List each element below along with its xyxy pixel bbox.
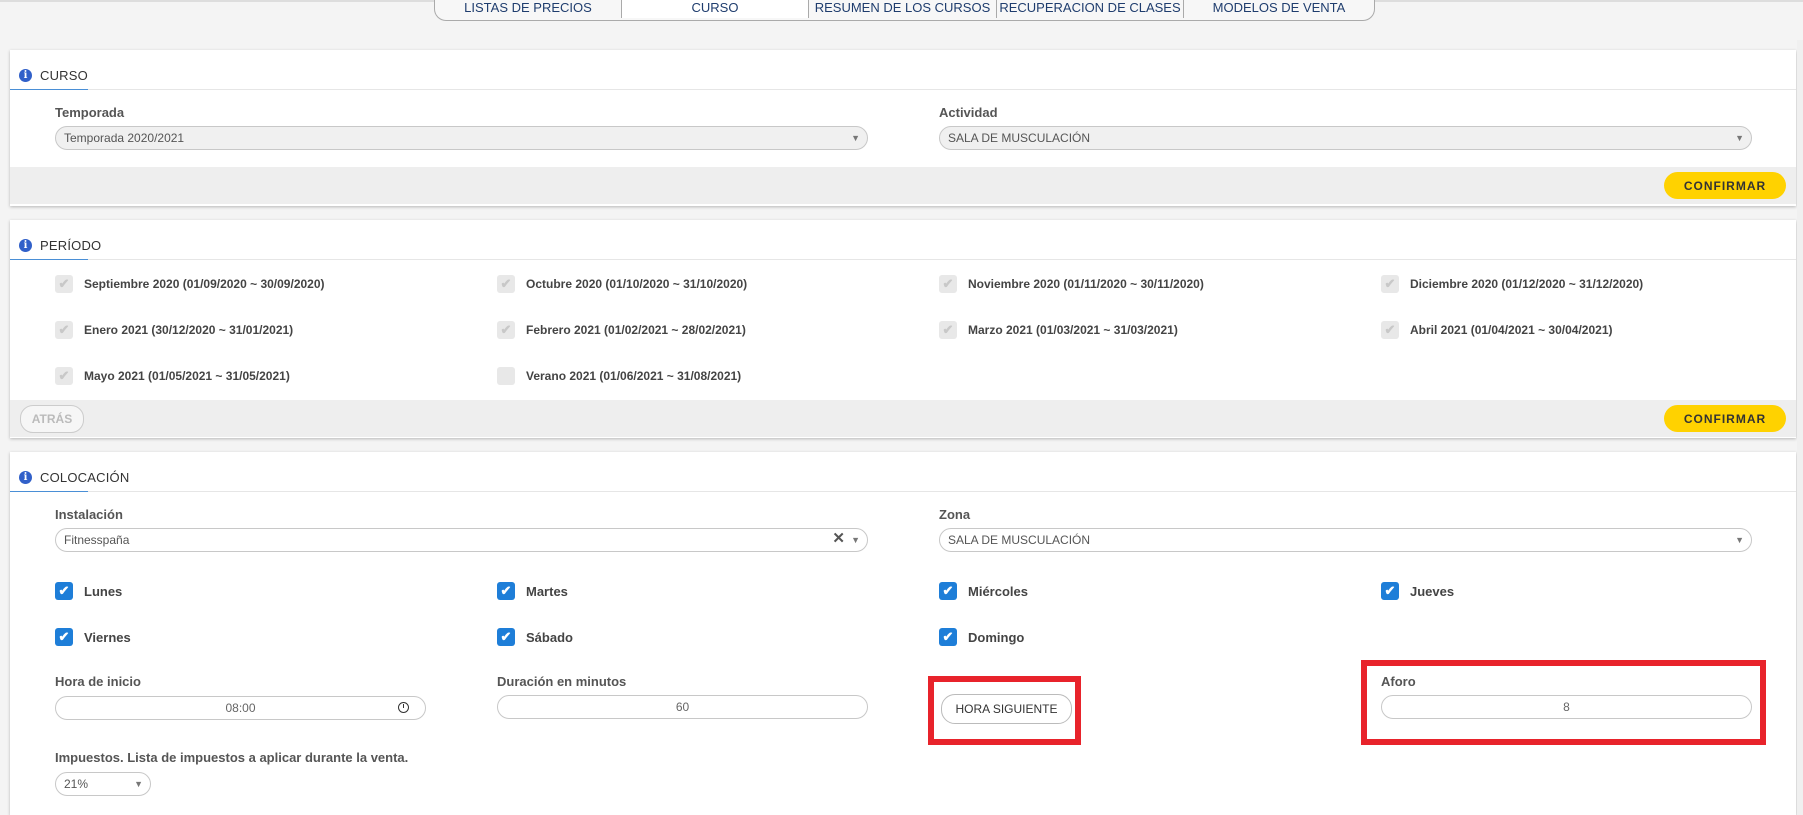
check-icon: ✔ bbox=[939, 628, 957, 646]
highlight-box-hora-siguiente bbox=[928, 676, 1081, 745]
check-icon: ✔ bbox=[1381, 321, 1399, 339]
impuestos-value: 21% bbox=[64, 777, 89, 791]
title-divider bbox=[10, 491, 1796, 492]
colocacion-title: COLOCACIÓN bbox=[40, 469, 130, 485]
day-checkbox-domingo[interactable]: ✔ Domingo bbox=[939, 628, 1024, 646]
chevron-down-icon: ▼ bbox=[851, 535, 860, 545]
check-icon: ✔ bbox=[55, 275, 73, 293]
day-checkbox-viernes[interactable]: ✔ Viernes bbox=[55, 628, 131, 646]
instalacion-select[interactable]: Fitnesspaña ✕ ▼ bbox=[55, 528, 868, 552]
check-icon: ✔ bbox=[939, 275, 957, 293]
day-checkbox-martes[interactable]: ✔ Martes bbox=[497, 582, 568, 600]
period-checkbox[interactable]: ✔ Noviembre 2020 (01/11/2020 ~ 30/11/2020… bbox=[939, 275, 1204, 293]
duracion-value: 60 bbox=[675, 700, 690, 714]
chevron-down-icon: ▼ bbox=[1735, 535, 1744, 545]
period-checkbox[interactable]: ✔ Mayo 2021 (01/05/2021 ~ 31/05/2021) bbox=[55, 367, 290, 385]
check-icon: ✔ bbox=[55, 628, 73, 646]
period-checkbox[interactable]: Verano 2021 (01/06/2021 ~ 31/08/2021) bbox=[497, 367, 741, 385]
actividad-select[interactable]: SALA DE MUSCULACIÓN ▼ bbox=[939, 126, 1752, 150]
scrollbar[interactable] bbox=[1797, 40, 1803, 815]
chevron-down-icon: ▼ bbox=[851, 133, 860, 143]
curso-title: CURSO bbox=[40, 67, 88, 83]
temporada-value: Temporada 2020/2021 bbox=[64, 131, 185, 145]
tab-resumen-de-los-cursos[interactable]: RESUMEN DE LOS CURSOS bbox=[809, 0, 997, 18]
curso-footer: CONFIRMAR bbox=[10, 167, 1796, 204]
colocacion-header: i COLOCACIÓN bbox=[10, 464, 129, 490]
curso-confirm-button[interactable]: CONFIRMAR bbox=[1664, 172, 1786, 199]
tab-curso[interactable]: CURSO bbox=[622, 0, 809, 18]
zona-select[interactable]: SALA DE MUSCULACIÓN ▼ bbox=[939, 528, 1752, 552]
colocacion-panel: i COLOCACIÓN Instalación Fitnesspaña ✕ ▼… bbox=[10, 452, 1796, 815]
periodo-panel: i PERÍODO ✔ Septiembre 2020 (01/09/2020 ~… bbox=[10, 220, 1796, 438]
instalacion-label: Instalación bbox=[55, 507, 123, 522]
period-checkbox[interactable]: ✔ Octubre 2020 (01/10/2020 ~ 31/10/2020) bbox=[497, 275, 747, 293]
temporada-select[interactable]: Temporada 2020/2021 ▼ bbox=[55, 126, 868, 150]
day-checkbox-jueves[interactable]: ✔ Jueves bbox=[1381, 582, 1454, 600]
title-divider bbox=[10, 89, 1796, 90]
check-icon: ✔ bbox=[497, 321, 515, 339]
day-checkbox-miercoles[interactable]: ✔ Miércoles bbox=[939, 582, 1028, 600]
actividad-value: SALA DE MUSCULACIÓN bbox=[948, 131, 1091, 145]
check-icon: ✔ bbox=[55, 321, 73, 339]
period-checkbox[interactable]: ✔ Enero 2021 (30/12/2020 ~ 31/01/2021) bbox=[55, 321, 293, 339]
period-checkbox[interactable]: ✔ Febrero 2021 (01/02/2021 ~ 28/02/2021) bbox=[497, 321, 746, 339]
curso-panel: i CURSO Temporada Temporada 2020/2021 ▼ … bbox=[10, 50, 1796, 206]
instalacion-value: Fitnesspaña bbox=[64, 533, 130, 547]
actividad-label: Actividad bbox=[939, 105, 998, 120]
hora-inicio-value: 08:00 bbox=[225, 701, 256, 715]
period-checkbox[interactable]: ✔ Marzo 2021 (01/03/2021 ~ 31/03/2021) bbox=[939, 321, 1178, 339]
tab-bar: LISTAS DE PRECIOS CURSO RESUMEN DE LOS C… bbox=[434, 0, 1375, 21]
periodo-footer: ATRÁS CONFIRMAR bbox=[10, 400, 1796, 437]
duracion-input[interactable]: 60 bbox=[497, 695, 868, 719]
check-icon: ✔ bbox=[1381, 275, 1399, 293]
periodo-title: PERÍODO bbox=[40, 237, 102, 253]
zona-value: SALA DE MUSCULACIÓN bbox=[948, 533, 1091, 547]
hora-inicio-input[interactable]: 08:00 bbox=[55, 696, 426, 720]
duracion-label: Duración en minutos bbox=[497, 674, 627, 689]
title-divider bbox=[10, 259, 1796, 260]
period-checkbox[interactable]: ✔ Septiembre 2020 (01/09/2020 ~ 30/09/202… bbox=[55, 275, 325, 293]
check-icon: ✔ bbox=[939, 582, 957, 600]
check-icon: ✔ bbox=[497, 275, 515, 293]
info-icon: i bbox=[19, 68, 32, 82]
zona-label: Zona bbox=[939, 507, 971, 522]
info-icon: i bbox=[19, 238, 32, 252]
impuestos-select[interactable]: 21% ▼ bbox=[55, 772, 151, 796]
back-button[interactable]: ATRÁS bbox=[20, 405, 84, 433]
chevron-down-icon: ▼ bbox=[1735, 133, 1744, 143]
clock-icon[interactable] bbox=[398, 702, 409, 713]
check-icon: ✔ bbox=[55, 582, 73, 600]
curso-header: i CURSO bbox=[10, 62, 88, 88]
periodo-header: i PERÍODO bbox=[10, 232, 101, 258]
day-checkbox-sabado[interactable]: ✔ Sábado bbox=[497, 628, 573, 646]
check-icon: ✔ bbox=[55, 367, 73, 385]
clear-icon[interactable]: ✕ bbox=[832, 528, 845, 550]
check-icon: ✔ bbox=[1381, 582, 1399, 600]
highlight-box-aforo bbox=[1361, 660, 1766, 745]
tab-modelos-de-venta[interactable]: MODELOS DE VENTA bbox=[1184, 0, 1374, 18]
temporada-label: Temporada bbox=[55, 105, 125, 120]
check-icon: ✔ bbox=[497, 628, 515, 646]
checkbox-empty bbox=[497, 367, 515, 385]
info-icon: i bbox=[19, 470, 32, 484]
check-icon: ✔ bbox=[939, 321, 957, 339]
day-checkbox-lunes[interactable]: ✔ Lunes bbox=[55, 582, 122, 600]
periodo-confirm-button[interactable]: CONFIRMAR bbox=[1664, 405, 1786, 432]
hora-inicio-label: Hora de inicio bbox=[55, 674, 141, 689]
period-checkbox[interactable]: ✔ Abril 2021 (01/04/2021 ~ 30/04/2021) bbox=[1381, 321, 1612, 339]
tab-listas-de-precios[interactable]: LISTAS DE PRECIOS bbox=[435, 0, 622, 18]
impuestos-label: Impuestos. Lista de impuestos a aplicar … bbox=[55, 750, 409, 765]
period-checkbox[interactable]: ✔ Diciembre 2020 (01/12/2020 ~ 31/12/2020… bbox=[1381, 275, 1643, 293]
tab-recuperacion-de-clases[interactable]: RECUPERACION DE CLASES bbox=[997, 0, 1184, 18]
chevron-down-icon: ▼ bbox=[134, 779, 143, 789]
check-icon: ✔ bbox=[497, 582, 515, 600]
